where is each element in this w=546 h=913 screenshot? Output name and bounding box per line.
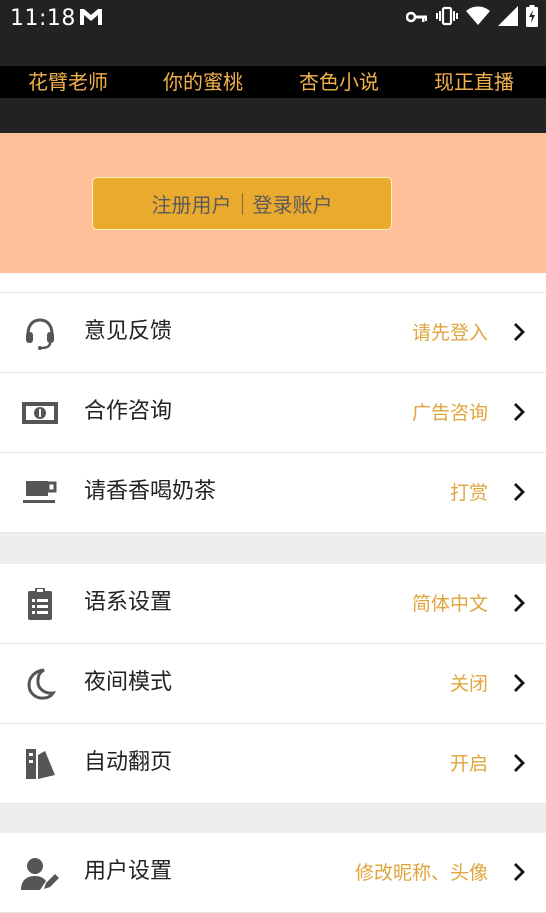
toolbar-strip [0,36,546,66]
status-time: 11:18 [10,6,76,31]
vibrate-icon [436,6,458,30]
key-icon [405,9,428,28]
row-label: 意见反馈 [84,319,173,344]
row-value: 广告咨询 [411,402,488,424]
menu-row-user-settings[interactable]: 用户设置 修改昵称、头像 [0,833,546,913]
moon-icon [20,666,60,702]
register-label[interactable]: 注册用户 [152,189,232,218]
battery-charging-icon [526,5,538,31]
top-nav: 花臂老师 你的蜜桃 杏色小说 现正直播 [0,66,546,98]
nav-item[interactable]: 你的蜜桃 [163,68,243,96]
menu-row-auto-page[interactable]: 自动翻页 开启 [0,724,546,804]
row-value: 开启 [449,753,488,775]
menu-row-language[interactable]: 语系设置 简体中文 [0,564,546,644]
status-icons [405,5,538,31]
nav-item[interactable]: 杏色小说 [299,68,379,96]
nav-item[interactable]: 花臂老师 [28,68,108,96]
menu-row-night-mode[interactable]: 夜间模式 关闭 [0,644,546,724]
status-bar: 11:18 [0,0,546,36]
chevron-right-icon [512,401,526,423]
menu-row-tip[interactable]: 请香香喝奶茶 打赏 [0,453,546,533]
page-flip-icon [20,746,60,782]
menu-row-feedback[interactable]: 意见反馈 请先登入 [0,293,546,373]
chevron-right-icon [512,592,526,614]
signal-icon [498,6,518,30]
row-label: 请香香喝奶茶 [84,479,217,504]
section-divider [0,804,546,833]
row-value: 修改昵称、头像 [354,862,488,884]
nav-item[interactable]: 现正直播 [434,68,514,96]
section-divider [0,533,546,564]
coffee-cup-icon [20,475,60,511]
chevron-right-icon [512,752,526,774]
headset-icon [20,315,60,351]
menu-row-cooperation[interactable]: 合作咨询 广告咨询 [0,373,546,453]
wifi-icon [466,6,490,30]
row-value: 请先登入 [411,322,488,344]
register-login-button[interactable]: 注册用户 登录账户 [92,177,392,230]
row-label: 自动翻页 [84,750,173,775]
divider [241,192,243,215]
chevron-right-icon [512,861,526,883]
row-label: 合作咨询 [84,399,173,424]
chevron-right-icon [512,481,526,503]
row-value: 简体中文 [411,593,488,615]
row-label: 夜间模式 [84,670,173,695]
toolbar-bottom-strip [0,98,546,133]
row-value: 打赏 [449,482,488,504]
row-label: 语系设置 [84,590,173,615]
chevron-right-icon [512,321,526,343]
gmail-icon [78,6,104,28]
row-value: 关闭 [449,673,488,695]
row-label: 用户设置 [84,859,173,884]
money-icon [20,395,60,431]
login-label[interactable]: 登录账户 [253,189,333,218]
clipboard-icon [20,586,60,622]
chevron-right-icon [512,672,526,694]
